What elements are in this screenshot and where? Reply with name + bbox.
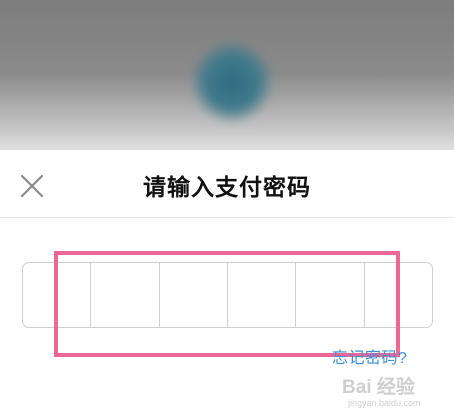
password-digit-cell[interactable]	[296, 263, 365, 327]
watermark-main-text: Bai 经验	[342, 377, 415, 398]
watermark-logo: Bai 经验 jingyan.baidu.com	[342, 372, 452, 414]
blurred-background	[0, 0, 454, 165]
sheet-header: 请输入支付密码	[0, 150, 454, 218]
password-digit-cell[interactable]	[160, 263, 228, 327]
password-digit-cell[interactable]	[228, 263, 297, 327]
password-digit-cell[interactable]	[23, 263, 92, 327]
watermark-sub-text: jingyan.baidu.com	[348, 398, 421, 408]
password-digit-cell[interactable]	[91, 263, 160, 327]
forgot-password-link[interactable]: 忘记密码?	[332, 344, 407, 368]
blurred-avatar	[192, 42, 272, 122]
password-input[interactable]	[22, 262, 433, 328]
password-digit-cell[interactable]	[365, 263, 432, 327]
dialog-title: 请输入支付密码	[143, 174, 311, 200]
